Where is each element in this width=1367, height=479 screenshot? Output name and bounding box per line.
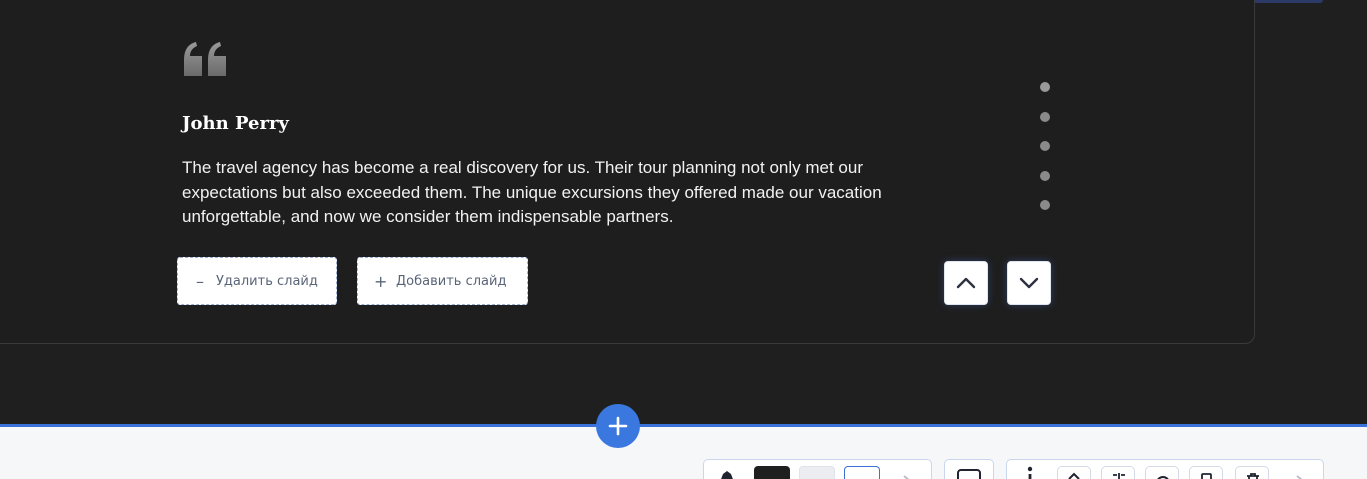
remove-slide-label: Удалить слайд: [216, 273, 318, 289]
slide-indicators: [1040, 82, 1050, 230]
slide-dot[interactable]: [1040, 141, 1050, 151]
minus-icon: –: [196, 271, 204, 291]
color-swatch-dark[interactable]: [754, 466, 790, 479]
remove-slide-button[interactable]: – Удалить слайд: [177, 257, 337, 305]
add-section-button[interactable]: [596, 404, 640, 448]
copy-icon[interactable]: [1189, 466, 1223, 479]
review-text: The travel agency has become a real disc…: [182, 158, 882, 226]
arrow-icon[interactable]: [902, 474, 912, 479]
slide-dot[interactable]: [1040, 111, 1050, 122]
add-slide-label: Добавить слайд: [396, 273, 507, 289]
previous-slide-button[interactable]: [944, 261, 988, 305]
testimonials-section: John Perry The travel agency has become …: [0, 0, 1367, 424]
arrow-icon[interactable]: [1295, 474, 1305, 479]
image-icon[interactable]: [957, 469, 981, 479]
color-swatch-light[interactable]: [799, 466, 835, 479]
style-toolbar: [703, 459, 932, 479]
color-swatch-white[interactable]: [844, 466, 880, 479]
chevron-up-icon: [956, 277, 976, 289]
plus-icon: [608, 416, 628, 436]
delete-icon[interactable]: [1235, 466, 1269, 479]
slide-dot[interactable]: [1040, 82, 1050, 92]
palette-icon[interactable]: [718, 470, 736, 479]
slide-dot[interactable]: [1040, 200, 1050, 210]
columns-icon[interactable]: [1101, 466, 1135, 479]
add-slide-button[interactable]: + Добавить слайд: [357, 257, 528, 305]
next-slide-button[interactable]: [1007, 261, 1051, 305]
chevron-down-icon: [1019, 277, 1039, 289]
more-vertical-icon[interactable]: [1027, 466, 1033, 479]
plus-icon: +: [374, 271, 388, 291]
media-toolbar: [944, 459, 994, 479]
author-name: John Perry: [182, 113, 289, 134]
next-section: [0, 427, 1367, 479]
slide-dot[interactable]: [1040, 170, 1050, 181]
block-toolbar: [1006, 459, 1324, 479]
quote-icon: [184, 42, 226, 76]
circle-icon[interactable]: [1145, 466, 1179, 479]
move-up-icon[interactable]: [1057, 466, 1091, 479]
